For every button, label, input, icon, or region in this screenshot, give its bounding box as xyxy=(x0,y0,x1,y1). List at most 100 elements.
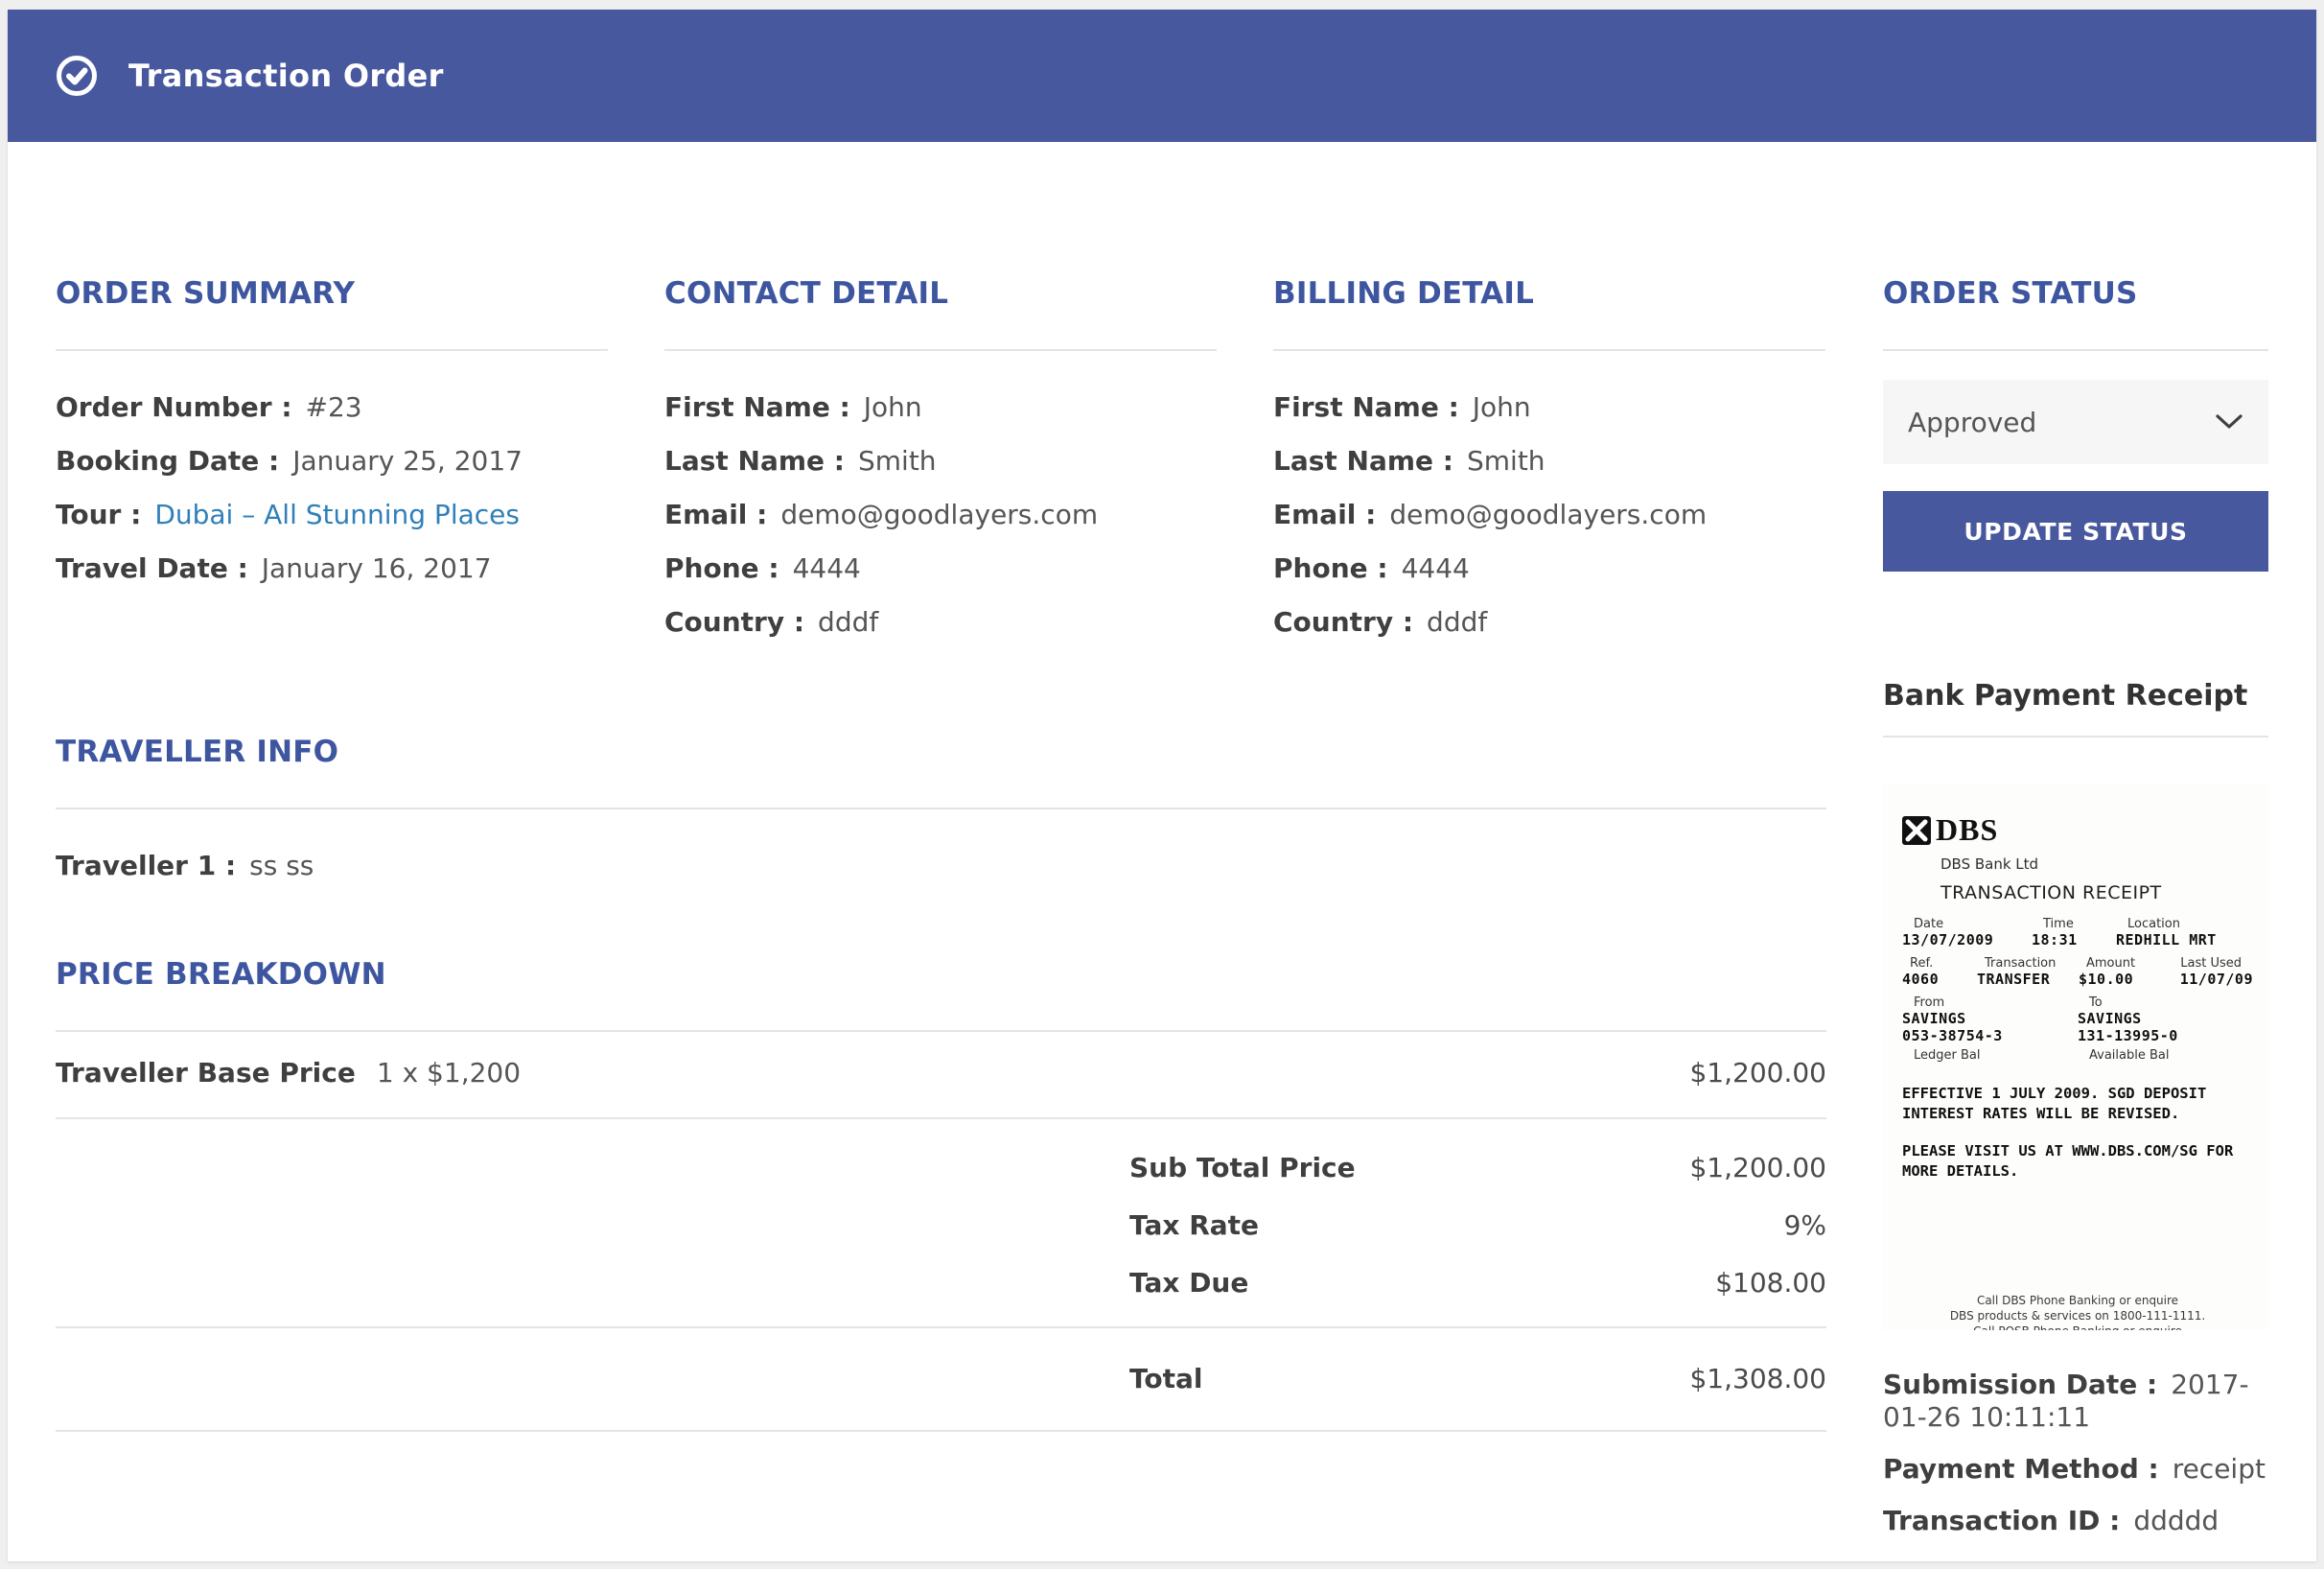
receipt-to-label: To xyxy=(2078,995,2253,1010)
dbs-logo: DBS xyxy=(1902,812,2253,848)
order-status-select[interactable]: Approved xyxy=(1883,380,2268,464)
travel-date-value: January 16, 2017 xyxy=(262,552,492,584)
contact-country-row: Country : dddf xyxy=(664,606,1217,639)
billing-last-name-row: Last Name : Smith xyxy=(1273,445,1825,478)
price-line-item: Traveller Base Price 1 x $1,200 $1,200.0… xyxy=(56,1032,1826,1119)
contact-country-value: dddf xyxy=(818,606,878,638)
contact-first-name-row: First Name :John xyxy=(664,391,1217,424)
booking-date-label: Booking Date : xyxy=(56,445,279,477)
receipt-amount-value: $10.00 xyxy=(2079,971,2173,988)
receipt-ref-value: 4060 xyxy=(1902,971,1977,988)
total-row: Total $1,308.00 xyxy=(1129,1363,1826,1395)
contact-last-name-label: Last Name : xyxy=(664,445,845,477)
payment-method-row: Payment Method :receipt xyxy=(1883,1453,2268,1486)
billing-country-value: dddf xyxy=(1427,606,1487,638)
billing-email-label: Email : xyxy=(1273,499,1376,530)
receipt-date-value: 13/07/2009 xyxy=(1902,931,2032,948)
contact-first-name-label: First Name : xyxy=(664,391,850,423)
billing-country-row: Country :dddf xyxy=(1273,606,1825,639)
receipt-location-label: Location xyxy=(2116,917,2253,931)
divider xyxy=(56,349,608,351)
order-status-heading: ORDER STATUS xyxy=(1883,276,2268,311)
contact-phone-label: Phone : xyxy=(664,552,779,584)
order-number-row: Order Number : #23 xyxy=(56,391,608,424)
receipt-footer-line-3: Call POSB Phone Banking or enquire xyxy=(1902,1323,2253,1330)
submission-date-label: Submission Date : xyxy=(1883,1369,2157,1400)
content: ORDER SUMMARY Order Number : #23 Booking … xyxy=(8,142,2316,1557)
content-card: Transaction Order ORDER SUMMARY Order Nu… xyxy=(8,10,2316,1561)
divider xyxy=(56,808,1826,809)
update-status-button[interactable]: UPDATE STATUS xyxy=(1883,491,2268,572)
subtotal-amount: $1,200.00 xyxy=(1689,1152,1826,1184)
main-area: ORDER SUMMARY Order Number : #23 Booking … xyxy=(56,276,1826,1432)
traveller-1-label: Traveller 1 : xyxy=(56,850,236,881)
billing-last-name-label: Last Name : xyxy=(1273,445,1453,477)
receipt-from-label: From xyxy=(1902,995,2078,1010)
receipt-to-type: SAVINGS xyxy=(2078,1010,2253,1027)
contact-email-label: Email : xyxy=(664,499,767,530)
contact-detail-rows: First Name :John Last Name :Smith Email … xyxy=(664,391,1217,639)
bank-name: DBS Bank Ltd xyxy=(1941,855,2253,873)
receipt-last-used-value: 11/07/09 xyxy=(2173,971,2253,988)
base-price-label: Traveller Base Price xyxy=(56,1057,356,1089)
receipt-available-bal-label: Available Bal xyxy=(2078,1048,2253,1063)
chevron-down-icon xyxy=(2215,413,2243,431)
traveller-1-row: Traveller 1 :ss ss xyxy=(56,850,1826,882)
receipt-ref-label: Ref. xyxy=(1902,956,1977,971)
tour-link[interactable]: Dubai – All Stunning Places xyxy=(154,499,520,530)
receipt-row-2: Ref. 4060 Transaction TRANSFER Amount $1… xyxy=(1902,956,2253,988)
receipt-footer-line-1: Call DBS Phone Banking or enquire xyxy=(1902,1293,2253,1308)
detail-columns: ORDER SUMMARY Order Number : #23 Booking … xyxy=(56,276,1826,660)
receipt-row-1: Date 13/07/2009 Time 18:31 Location REDH… xyxy=(1902,917,2253,948)
receipt-from-type: SAVINGS xyxy=(1902,1010,2078,1027)
totals-block: Sub Total Price $1,200.00 Tax Rate 9% Ta… xyxy=(56,1119,1826,1328)
booking-date-value: January 25, 2017 xyxy=(292,445,523,477)
traveller-info-heading: TRAVELLER INFO xyxy=(56,735,1826,769)
payment-info: Submission Date :2017-01-26 10:11:11 Pay… xyxy=(1883,1369,2268,1537)
bank-receipt-image[interactable]: DBS DBS Bank Ltd TRANSACTION RECEIPT Dat… xyxy=(1883,784,2268,1330)
billing-phone-row: Phone :4444 xyxy=(1273,552,1825,585)
billing-phone-value: 4444 xyxy=(1402,552,1470,584)
grand-total-block: Total $1,308.00 xyxy=(56,1328,1826,1432)
contact-phone-row: Phone :4444 xyxy=(664,552,1217,585)
page-header: Transaction Order xyxy=(8,10,2316,142)
tour-label: Tour : xyxy=(56,499,141,530)
base-price-amount: $1,200.00 xyxy=(1689,1057,1826,1089)
receipt-amount-label: Amount xyxy=(2079,956,2173,971)
tour-row: Tour : Dubai – All Stunning Places xyxy=(56,499,608,531)
dbs-logo-text: DBS xyxy=(1936,812,1998,848)
tax-due-label: Tax Due xyxy=(1129,1267,1248,1300)
travel-date-row: Travel Date :January 16, 2017 xyxy=(56,552,608,585)
tax-rate-row: Tax Rate 9% xyxy=(1129,1209,1826,1242)
billing-last-name-value: Smith xyxy=(1467,445,1545,477)
order-number-label: Order Number : xyxy=(56,391,292,423)
divider xyxy=(1883,736,2268,738)
booking-date-row: Booking Date : January 25, 2017 xyxy=(56,445,608,478)
bank-receipt-heading: Bank Payment Receipt xyxy=(1883,679,2268,713)
receipt-footer-line-2: DBS products & services on 1800-111-1111… xyxy=(1902,1308,2253,1323)
receipt-from-to-row: From SAVINGS 053-38754-3 Ledger Bal To S… xyxy=(1902,995,2253,1063)
contact-email-row: Email : demo@goodlayers.com xyxy=(664,499,1217,531)
receipt-notice-2: PLEASE VISIT US AT WWW.DBS.COM/SG FOR MO… xyxy=(1902,1141,2253,1182)
price-breakdown-section: PRICE BREAKDOWN Traveller Base Price 1 x… xyxy=(56,957,1826,1432)
billing-email-row: Email :demo@goodlayers.com xyxy=(1273,499,1825,531)
receipt-notice-1: EFFECTIVE 1 JULY 2009. SGD DEPOSIT INTER… xyxy=(1902,1084,2253,1124)
divider xyxy=(1273,349,1825,351)
receipt-transaction-label: Transaction xyxy=(1977,956,2079,971)
page-title: Transaction Order xyxy=(128,58,444,94)
traveller-info-rows: Traveller 1 :ss ss xyxy=(56,850,1826,882)
price-breakdown-heading: PRICE BREAKDOWN xyxy=(56,957,1826,992)
subtotal-row: Sub Total Price $1,200.00 xyxy=(1129,1152,1826,1184)
receipt-time-label: Time xyxy=(2032,917,2116,931)
receipt-transaction-value: TRANSFER xyxy=(1977,971,2079,988)
tax-due-row: Tax Due $108.00 xyxy=(1129,1267,1826,1300)
order-summary-rows: Order Number : #23 Booking Date : January … xyxy=(56,391,608,585)
order-summary-heading: ORDER SUMMARY xyxy=(56,276,608,311)
receipt-from-account: 053-38754-3 xyxy=(1902,1027,2078,1044)
receipt-location-value: REDHILL MRT xyxy=(2116,931,2253,948)
contact-email-value: demo@goodlayers.com xyxy=(780,499,1098,530)
contact-country-label: Country : xyxy=(664,606,804,638)
total-label: Total xyxy=(1129,1363,1203,1395)
order-number-value: #23 xyxy=(306,391,362,423)
check-circle-icon xyxy=(56,55,98,97)
